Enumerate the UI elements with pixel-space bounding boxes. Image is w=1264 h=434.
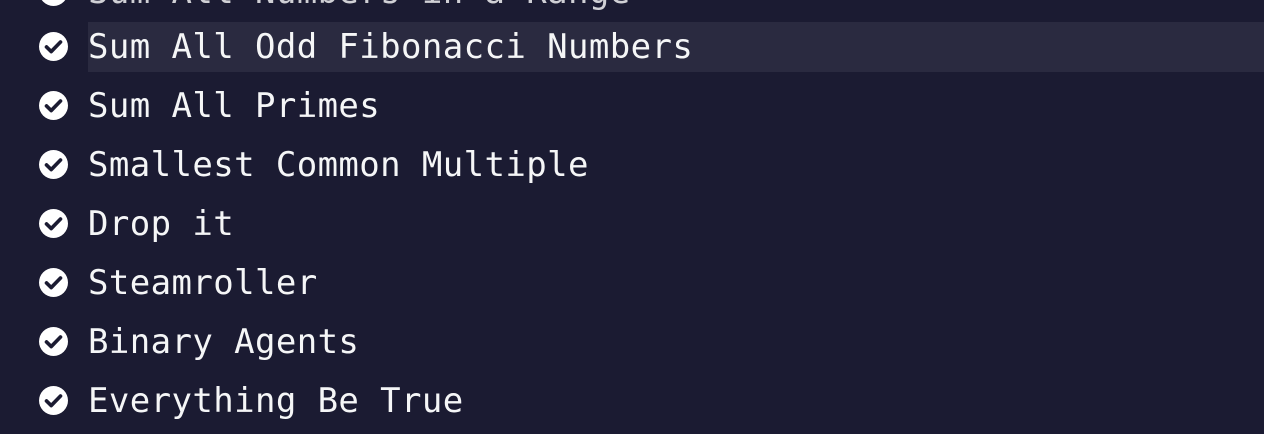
challenge-list: Sum All Numbers in a Range Sum All Odd F… xyxy=(0,0,1264,434)
challenge-link[interactable]: Sum All Odd Fibonacci Numbers xyxy=(88,22,693,72)
challenge-item[interactable]: Sum All Numbers in a Range xyxy=(0,0,1264,17)
challenge-item[interactable]: Binary Agents xyxy=(0,317,1264,367)
challenge-item[interactable]: Smallest Common Multiple xyxy=(0,140,1264,190)
challenge-item[interactable]: Sum All Odd Fibonacci Numbers xyxy=(0,22,1264,72)
challenge-item[interactable]: Sum All Primes xyxy=(0,81,1264,131)
challenge-link[interactable]: Sum All Numbers in a Range xyxy=(88,0,631,17)
check-circle-icon xyxy=(39,386,68,415)
check-circle-icon xyxy=(39,0,68,6)
challenge-link[interactable]: Sum All Primes xyxy=(88,81,380,131)
check-circle-icon xyxy=(39,91,68,120)
challenge-link[interactable]: Smallest Common Multiple xyxy=(88,140,589,190)
check-circle-icon xyxy=(39,268,68,297)
challenge-item[interactable]: Steamroller xyxy=(0,258,1264,308)
check-circle-icon xyxy=(39,209,68,238)
challenge-link[interactable]: Steamroller xyxy=(88,258,318,308)
challenge-link[interactable]: Drop it xyxy=(88,199,234,249)
challenge-item[interactable]: Drop it xyxy=(0,199,1264,249)
challenge-link[interactable]: Everything Be True xyxy=(88,376,464,426)
check-circle-icon xyxy=(39,327,68,356)
challenge-link[interactable]: Binary Agents xyxy=(88,317,359,367)
check-circle-icon xyxy=(39,32,68,61)
challenge-item[interactable]: Everything Be True xyxy=(0,376,1264,426)
check-circle-icon xyxy=(39,150,68,179)
